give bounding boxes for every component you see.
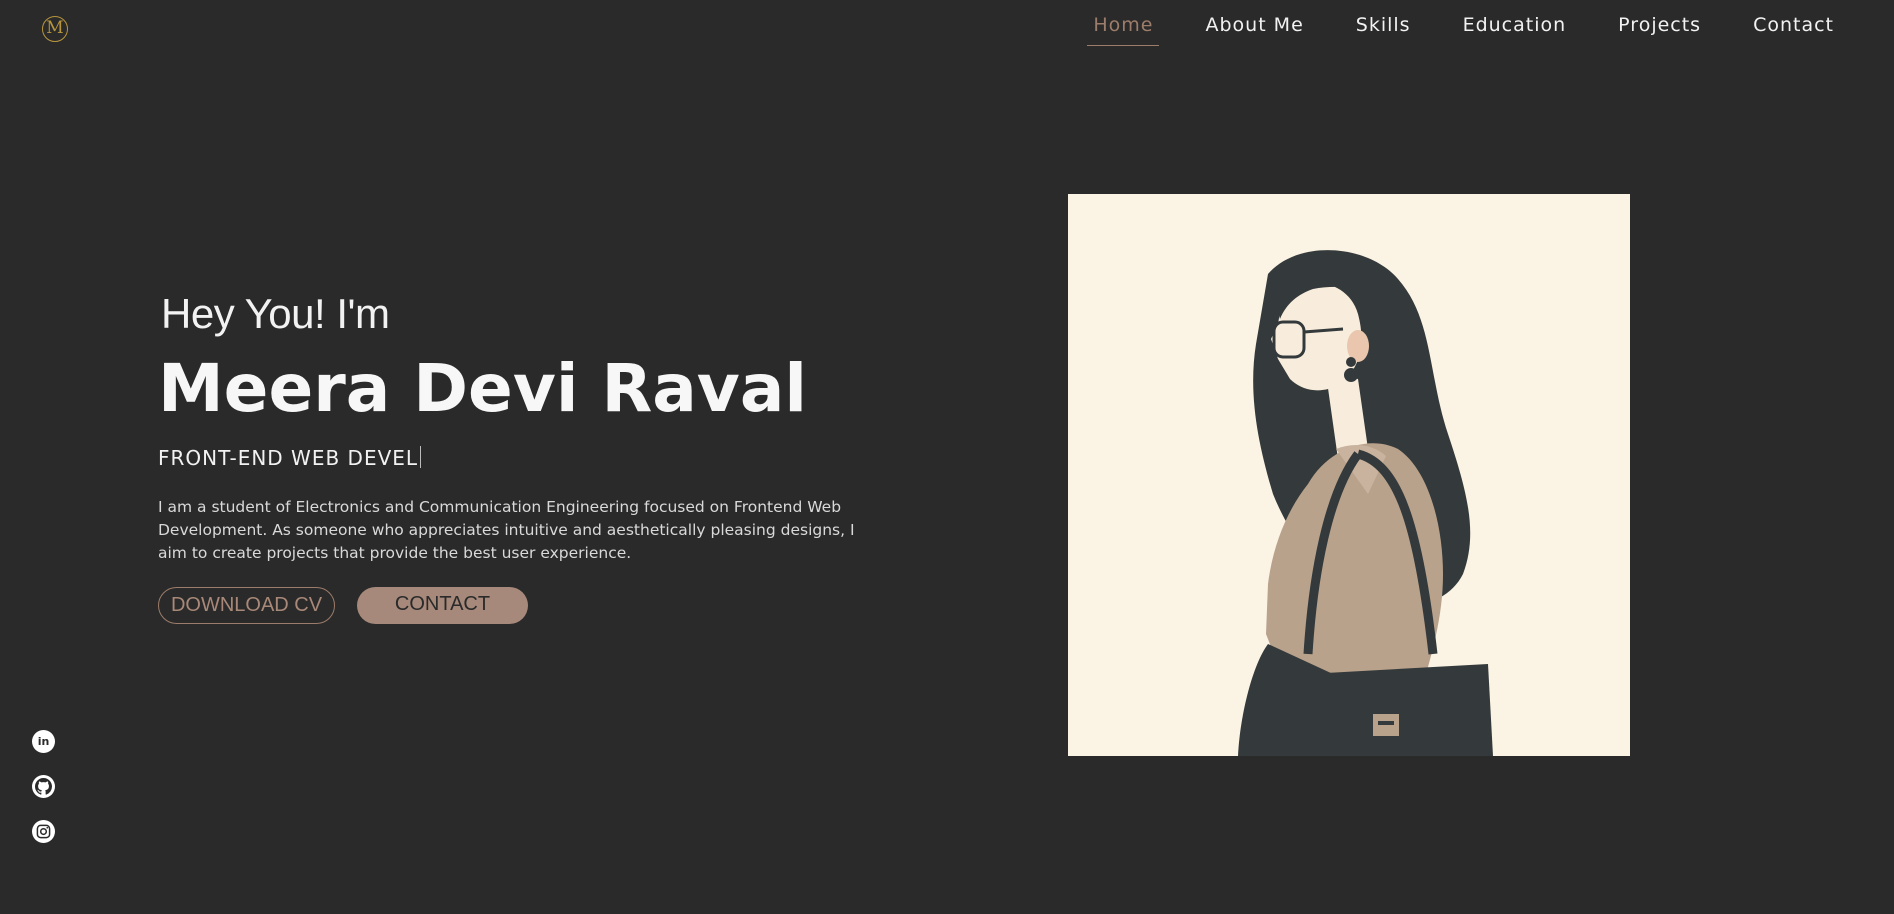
social-links: in: [32, 730, 55, 843]
nav-item-skills[interactable]: Skills: [1350, 14, 1417, 46]
instagram-glyph: [36, 824, 51, 839]
hero-section: Hey You! I'm Meera Devi Raval FRONT-END …: [158, 290, 878, 624]
hero-role-text: FRONT-END WEB DEVEL: [158, 446, 419, 470]
hero-buttons: DOWNLOAD CV CONTACT: [158, 587, 878, 624]
instagram-icon[interactable]: [32, 820, 55, 843]
woman-illustration: [1068, 194, 1630, 756]
download-cv-button[interactable]: DOWNLOAD CV: [158, 587, 335, 624]
nav-item-home[interactable]: Home: [1087, 14, 1160, 46]
main-nav: Home About Me Skills Education Projects …: [1087, 14, 1840, 46]
github-glyph: [35, 778, 52, 795]
nav-item-about-me[interactable]: About Me: [1199, 14, 1309, 46]
hero-greeting: Hey You! I'm: [161, 290, 390, 337]
logo[interactable]: M: [42, 16, 68, 42]
hero-name: Meera Devi Raval: [158, 350, 807, 427]
nav-item-education[interactable]: Education: [1457, 14, 1573, 46]
linkedin-glyph: in: [37, 735, 50, 748]
github-icon[interactable]: [32, 775, 55, 798]
logo-letter: M: [46, 18, 64, 38]
linkedin-icon[interactable]: in: [32, 730, 55, 753]
nav-item-contact[interactable]: Contact: [1747, 14, 1840, 46]
nav-item-projects[interactable]: Projects: [1612, 14, 1707, 46]
page: M Home About Me Skills Education Project…: [0, 0, 1894, 914]
hero-role: FRONT-END WEB DEVEL: [158, 446, 878, 474]
profile-illustration: [1068, 194, 1630, 756]
contact-button[interactable]: CONTACT: [357, 587, 528, 624]
typing-cursor: [420, 446, 422, 468]
hero-intro: I am a student of Electronics and Commun…: [158, 498, 855, 562]
